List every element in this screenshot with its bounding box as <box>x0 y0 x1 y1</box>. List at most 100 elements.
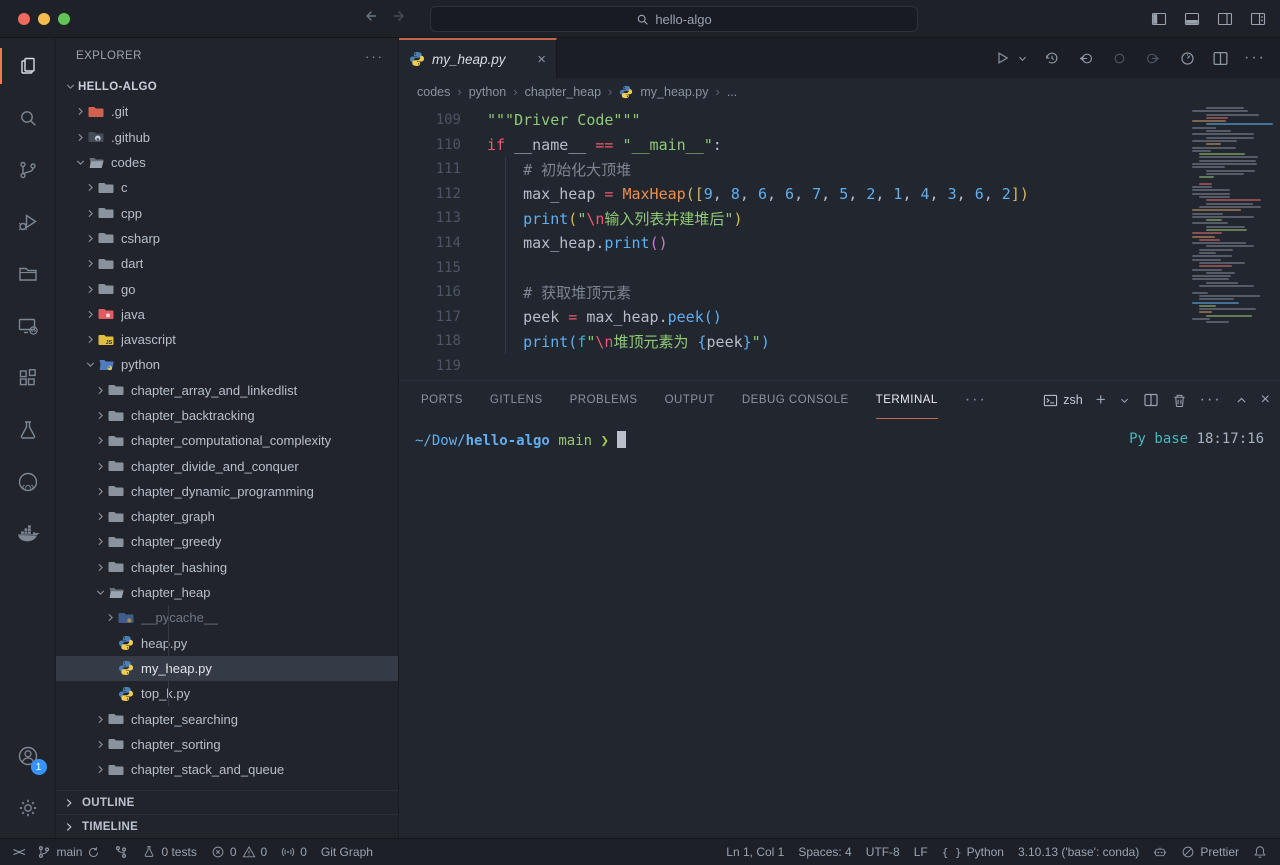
code-line-119[interactable]: 119 <box>399 353 1280 378</box>
activity-github-icon[interactable] <box>0 456 56 508</box>
explorer-more-actions-icon[interactable]: ··· <box>365 49 384 64</box>
activity-accounts-icon[interactable]: 1 <box>0 730 56 782</box>
kill-terminal-trash-icon[interactable] <box>1172 393 1187 408</box>
history-forward-icon[interactable] <box>392 8 408 24</box>
folder-chapter-array-and-linkedlist[interactable]: chapter_array_and_linkedlist <box>56 378 398 403</box>
activity-testing-icon[interactable] <box>0 404 56 456</box>
minimap[interactable] <box>1192 107 1272 325</box>
folder-chapter-stack-and-queue[interactable]: chapter_stack_and_queue <box>56 757 398 782</box>
folder-chapter-heap[interactable]: chapter_heap <box>56 580 398 605</box>
panel-tab-terminal[interactable]: TERMINAL <box>876 381 938 419</box>
history-back-icon[interactable] <box>362 8 378 24</box>
folder-codes[interactable]: codes <box>56 150 398 175</box>
status-eol[interactable]: LF <box>907 839 935 865</box>
timeline-history-icon[interactable] <box>1043 49 1061 67</box>
close-window-button[interactable] <box>18 13 30 25</box>
activity-run-debug-icon[interactable] <box>0 196 56 248</box>
breadcrumb-item[interactable]: codes <box>417 85 450 99</box>
status-gitlens-graph[interactable] <box>107 839 135 865</box>
code-line-117[interactable]: 117 peek = max_heap.peek() <box>399 304 1280 329</box>
status-copilot[interactable] <box>1146 839 1174 865</box>
status-cursor-position[interactable]: Ln 1, Col 1 <box>719 839 791 865</box>
code-line-109[interactable]: 109"""Driver Code""" <box>399 108 1280 133</box>
folder-hello-algo[interactable]: HELLO-ALGO <box>56 74 398 99</box>
activity-folder-icon[interactable] <box>0 248 56 300</box>
minimize-window-button[interactable] <box>38 13 50 25</box>
status-notifications[interactable] <box>1246 839 1274 865</box>
nav-back-circle-icon[interactable] <box>1076 49 1095 68</box>
toggle-secondary-sidebar-icon[interactable] <box>1217 11 1233 27</box>
panel-tab-output[interactable]: OUTPUT <box>665 381 715 419</box>
close-panel-icon[interactable]: × <box>1261 391 1270 409</box>
command-center-search[interactable]: hello-algo <box>430 6 918 32</box>
timeline-section-header[interactable]: TIMELINE <box>56 814 398 838</box>
status-feedback[interactable]: 0 <box>274 839 314 865</box>
terminal-shell-label[interactable]: zsh <box>1043 393 1082 408</box>
status-tests[interactable]: 0 tests <box>135 839 203 865</box>
panel-tab-ports[interactable]: PORTS <box>421 381 463 419</box>
status-remote-indicator[interactable]: >< <box>6 839 30 865</box>
status-python-interpreter[interactable]: 3.10.13 ('base': conda) <box>1011 839 1146 865</box>
activity-source-control-icon[interactable] <box>0 144 56 196</box>
terminal-dropdown-chevron-icon[interactable] <box>1119 395 1130 406</box>
activity-explorer-icon[interactable] <box>0 40 56 92</box>
file-heap-py[interactable]: heap.py <box>56 631 398 656</box>
file-top-k-py[interactable]: top_k.py <box>56 681 398 706</box>
toggle-primary-sidebar-icon[interactable] <box>1151 11 1167 27</box>
status-prettier[interactable]: Prettier <box>1174 839 1246 865</box>
terminal[interactable]: ~/Dow/hello-algo main ❯ Py base 18:17:16 <box>399 419 1280 838</box>
folder--pycache-[interactable]: __pycache__ <box>56 605 398 630</box>
folder-chapter-dynamic-programming[interactable]: chapter_dynamic_programming <box>56 479 398 504</box>
activity-settings-icon[interactable] <box>0 782 56 834</box>
code-line-118[interactable]: 118 print(f"\n堆顶元素为 {peek}") <box>399 329 1280 354</box>
folder-c[interactable]: c <box>56 175 398 200</box>
folder-chapter-graph[interactable]: chapter_graph <box>56 504 398 529</box>
folder-chapter-sorting[interactable]: chapter_sorting <box>56 732 398 757</box>
code-line-115[interactable]: 115 <box>399 255 1280 280</box>
toggle-panel-icon[interactable] <box>1184 11 1200 27</box>
folder-csharp[interactable]: csharp <box>56 226 398 251</box>
run-python-file-icon[interactable] <box>993 49 1011 67</box>
maximize-panel-chevron-icon[interactable] <box>1235 394 1248 407</box>
folder-chapter-backtracking[interactable]: chapter_backtracking <box>56 403 398 428</box>
folder-dart[interactable]: dart <box>56 251 398 276</box>
code-line-113[interactable]: 113 print("\n输入列表并建堆后") <box>399 206 1280 231</box>
folder--github[interactable]: .github <box>56 125 398 150</box>
status-language-mode[interactable]: { }Python <box>935 839 1011 865</box>
code-editor[interactable]: 109"""Driver Code"""110if __name__ == "_… <box>399 105 1280 380</box>
folder-chapter-computational-complexity[interactable]: chapter_computational_complexity <box>56 428 398 453</box>
activity-extensions-icon[interactable] <box>0 352 56 404</box>
new-terminal-icon[interactable]: + <box>1096 390 1106 410</box>
tab-close-icon[interactable]: × <box>537 51 546 68</box>
breadcrumb-item[interactable]: ... <box>727 85 737 99</box>
customize-layout-icon[interactable] <box>1250 11 1266 27</box>
activity-docker-icon[interactable] <box>0 508 56 560</box>
folder-python[interactable]: python <box>56 352 398 377</box>
editor-more-actions-icon[interactable]: ··· <box>1244 49 1266 67</box>
status-encoding[interactable]: UTF-8 <box>859 839 907 865</box>
panel-more-tabs-icon[interactable]: ··· <box>965 391 987 409</box>
code-line-110[interactable]: 110if __name__ == "__main__": <box>399 133 1280 158</box>
folder-chapter-greedy[interactable]: chapter_greedy <box>56 529 398 554</box>
status-git-branch[interactable]: main <box>30 839 107 865</box>
activity-search-icon[interactable] <box>0 92 56 144</box>
status-indentation[interactable]: Spaces: 4 <box>791 839 858 865</box>
folder--git[interactable]: .git <box>56 99 398 124</box>
code-line-112[interactable]: 112 max_heap = MaxHeap([9, 8, 6, 6, 7, 5… <box>399 182 1280 207</box>
panel-more-actions-icon[interactable]: ··· <box>1200 391 1222 409</box>
file-my-heap-py[interactable]: my_heap.py <box>56 656 398 681</box>
breadcrumb-item[interactable]: chapter_heap <box>525 85 601 99</box>
breadcrumb-item[interactable]: python <box>469 85 507 99</box>
status-git-graph[interactable]: Git Graph <box>314 839 380 865</box>
run-dropdown-chevron-icon[interactable] <box>1017 53 1028 64</box>
code-line-116[interactable]: 116 # 获取堆顶元素 <box>399 280 1280 305</box>
outline-section-header[interactable]: OUTLINE <box>56 790 398 814</box>
breadcrumb-item[interactable]: my_heap.py <box>640 85 708 99</box>
tab-my-heap-py[interactable]: my_heap.py × <box>399 38 557 78</box>
status-problems[interactable]: 00 <box>204 839 274 865</box>
panel-tab-gitlens[interactable]: GITLENS <box>490 381 543 419</box>
folder-chapter-divide-and-conquer[interactable]: chapter_divide_and_conquer <box>56 453 398 478</box>
folder-javascript[interactable]: JSjavascript <box>56 327 398 352</box>
split-editor-icon[interactable] <box>1212 50 1229 67</box>
folder-java[interactable]: java <box>56 302 398 327</box>
